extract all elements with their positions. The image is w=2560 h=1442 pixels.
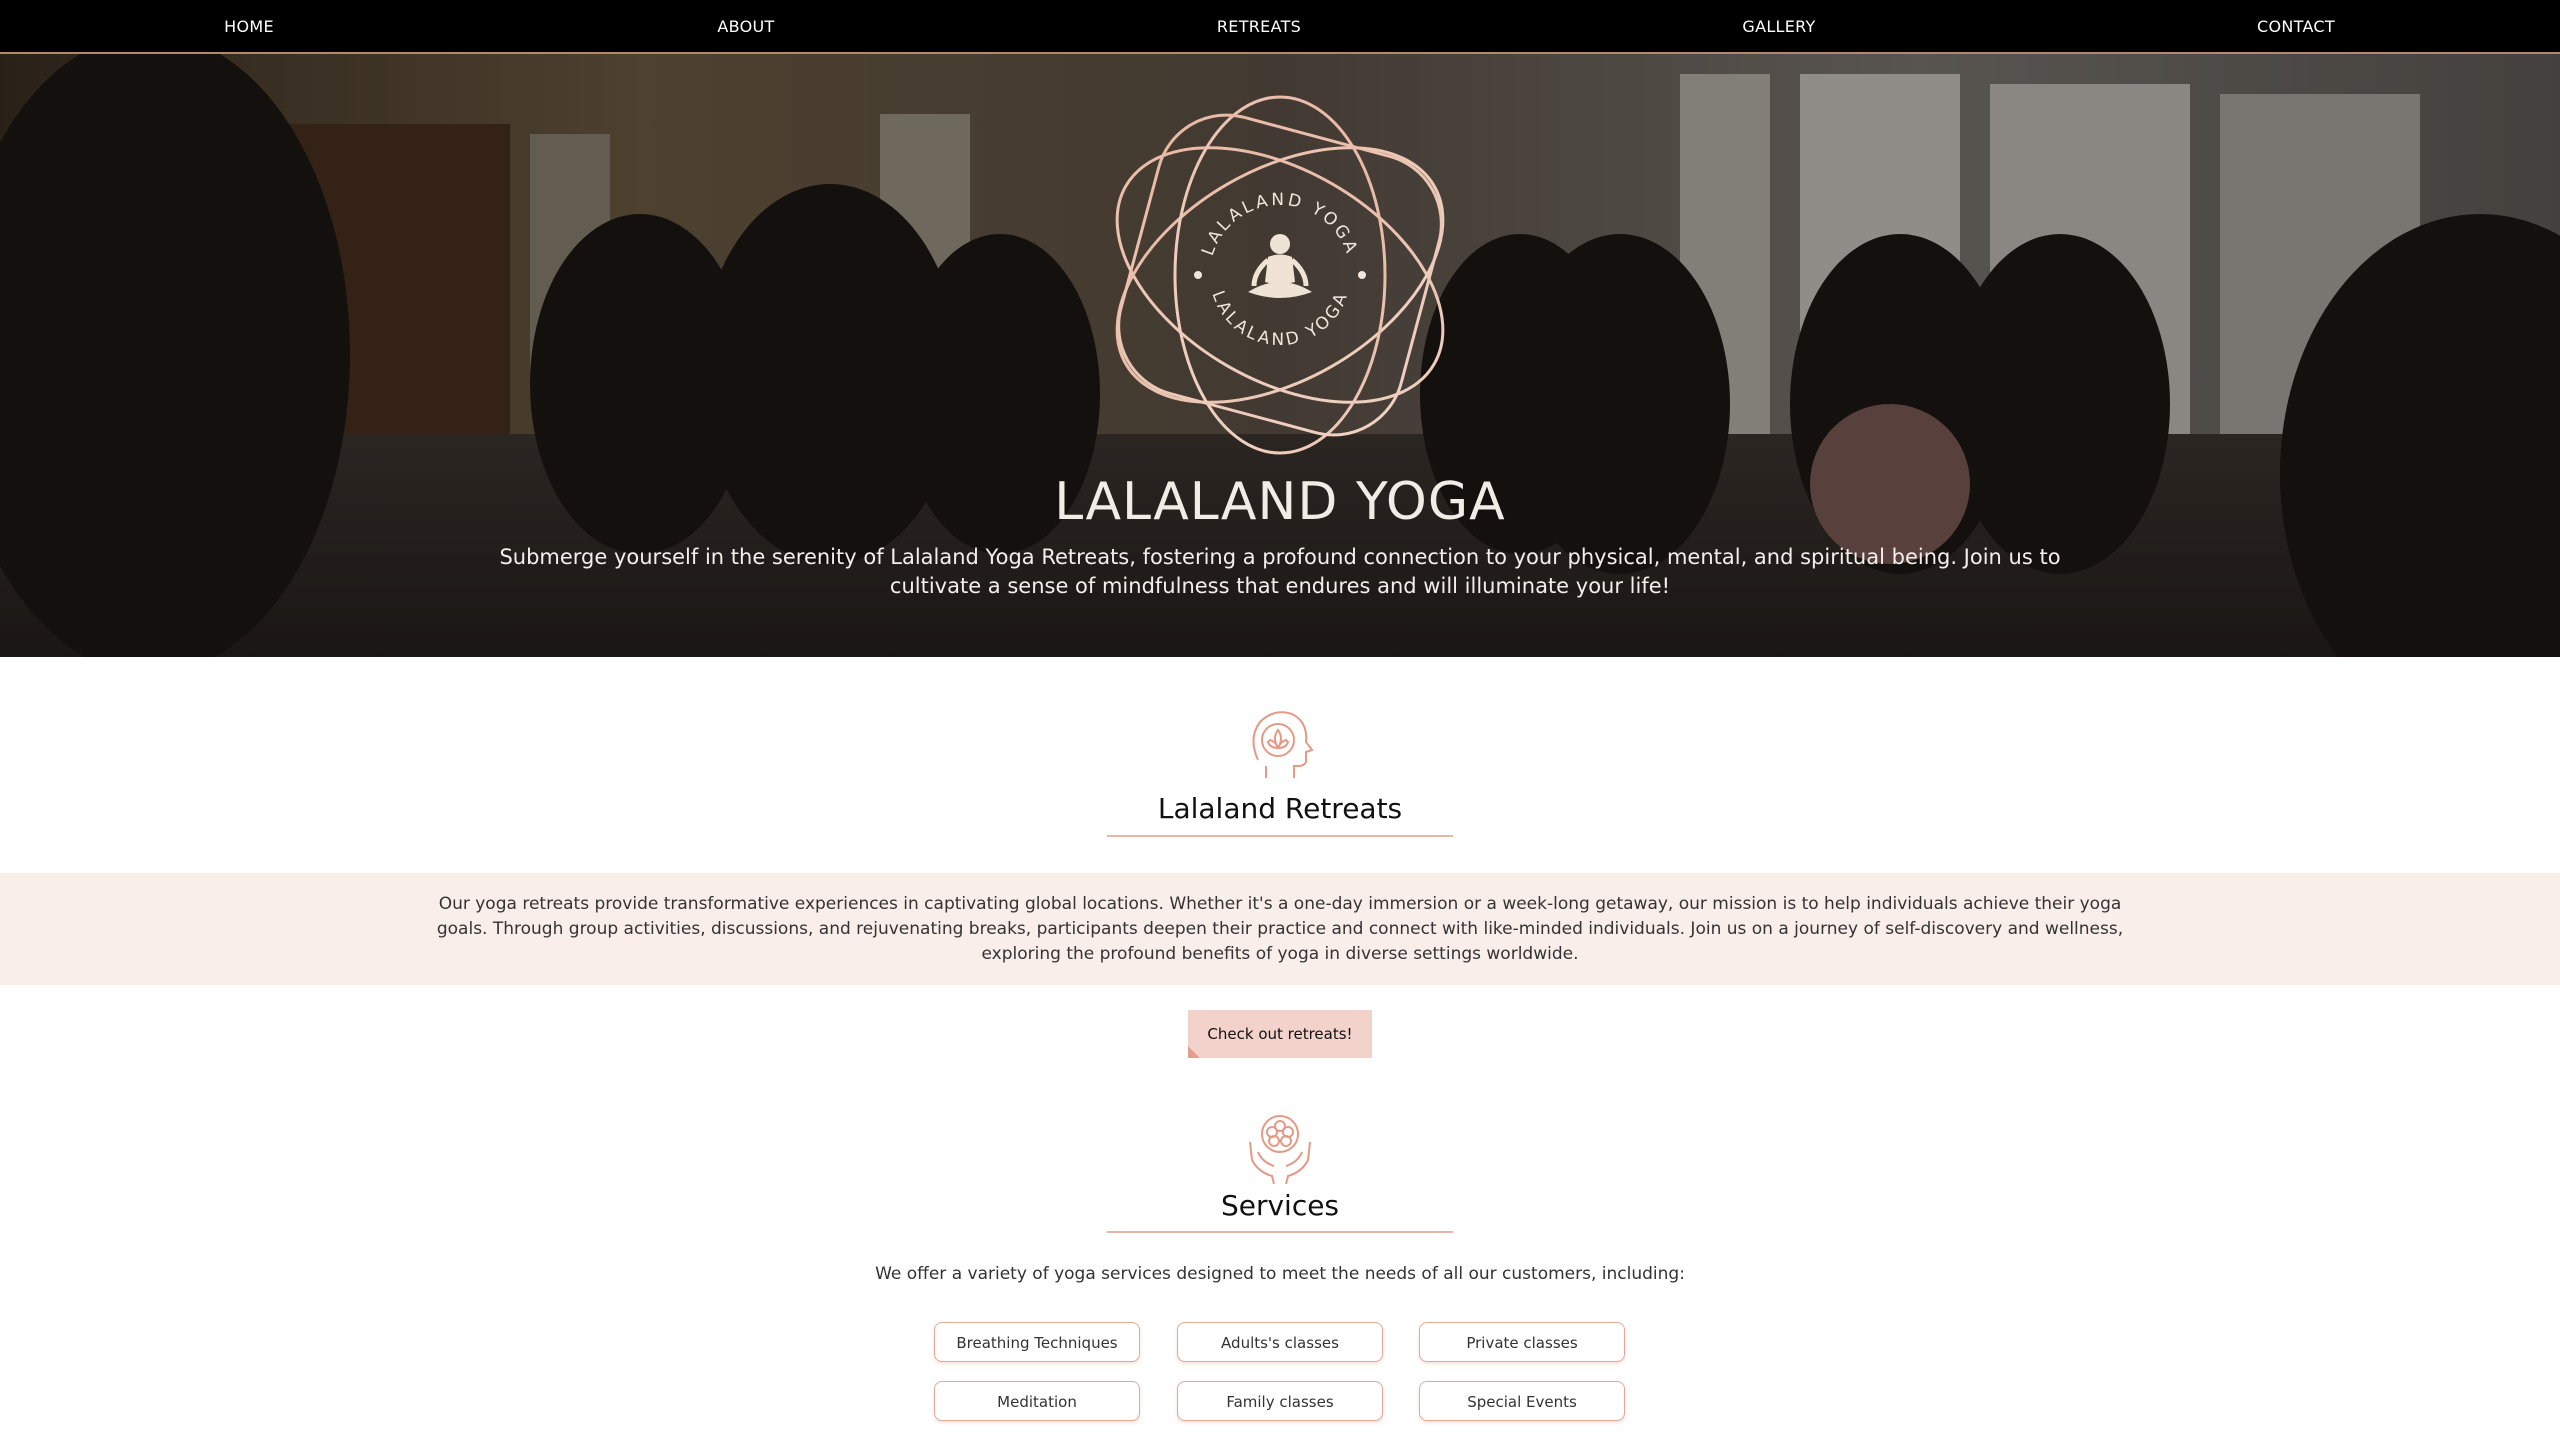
service-adults-classes[interactable]: Adults's classes	[1177, 1322, 1383, 1362]
service-family-classes[interactable]: Family classes	[1177, 1381, 1383, 1421]
top-navigation: HOME ABOUT RETREATS GALLERY CONTACT	[0, 0, 2560, 54]
services-intro: We offer a variety of yoga services desi…	[875, 1264, 1685, 1284]
nav-retreats-link[interactable]: RETREATS	[1217, 0, 1301, 54]
service-meditation[interactable]: Meditation	[934, 1381, 1140, 1421]
service-special-events[interactable]: Special Events	[1419, 1381, 1625, 1421]
lotus-head-icon	[1252, 711, 1314, 778]
nav-gallery-link[interactable]: GALLERY	[1742, 0, 1815, 54]
hero-section: LALALAND YOGA LALALAND YOGA LALALAND YOG…	[0, 54, 2560, 657]
hero-subtitle: Submerge yourself in the serenity of Lal…	[499, 545, 2061, 598]
hands-lotus-icon	[1249, 1115, 1311, 1185]
lalaland-yoga-logo: LALALAND YOGA LALALAND YOGA	[1115, 95, 1445, 455]
nav-contact-link[interactable]: CONTACT	[2257, 0, 2335, 54]
services-section-title: Services	[1220, 1189, 1340, 1222]
check-out-retreats-label: Check out retreats!	[1207, 1025, 1353, 1043]
retreats-section-title: Lalaland Retreats	[1157, 792, 1403, 825]
service-private-classes[interactable]: Private classes	[1419, 1322, 1625, 1362]
retreats-description: Our yoga retreats provide transformative…	[436, 894, 2124, 964]
nav-about-link[interactable]: ABOUT	[717, 0, 774, 54]
nav-home-link[interactable]: HOME	[224, 0, 274, 54]
button-corner-decoration	[1188, 1046, 1200, 1058]
service-breathing-techniques[interactable]: Breathing Techniques	[934, 1322, 1140, 1362]
services-title-divider	[1107, 1231, 1453, 1233]
retreats-title-divider	[1107, 835, 1453, 837]
check-out-retreats-button[interactable]: Check out retreats!	[1188, 1010, 1372, 1058]
hero-title: LALALAND YOGA	[1054, 472, 1506, 532]
